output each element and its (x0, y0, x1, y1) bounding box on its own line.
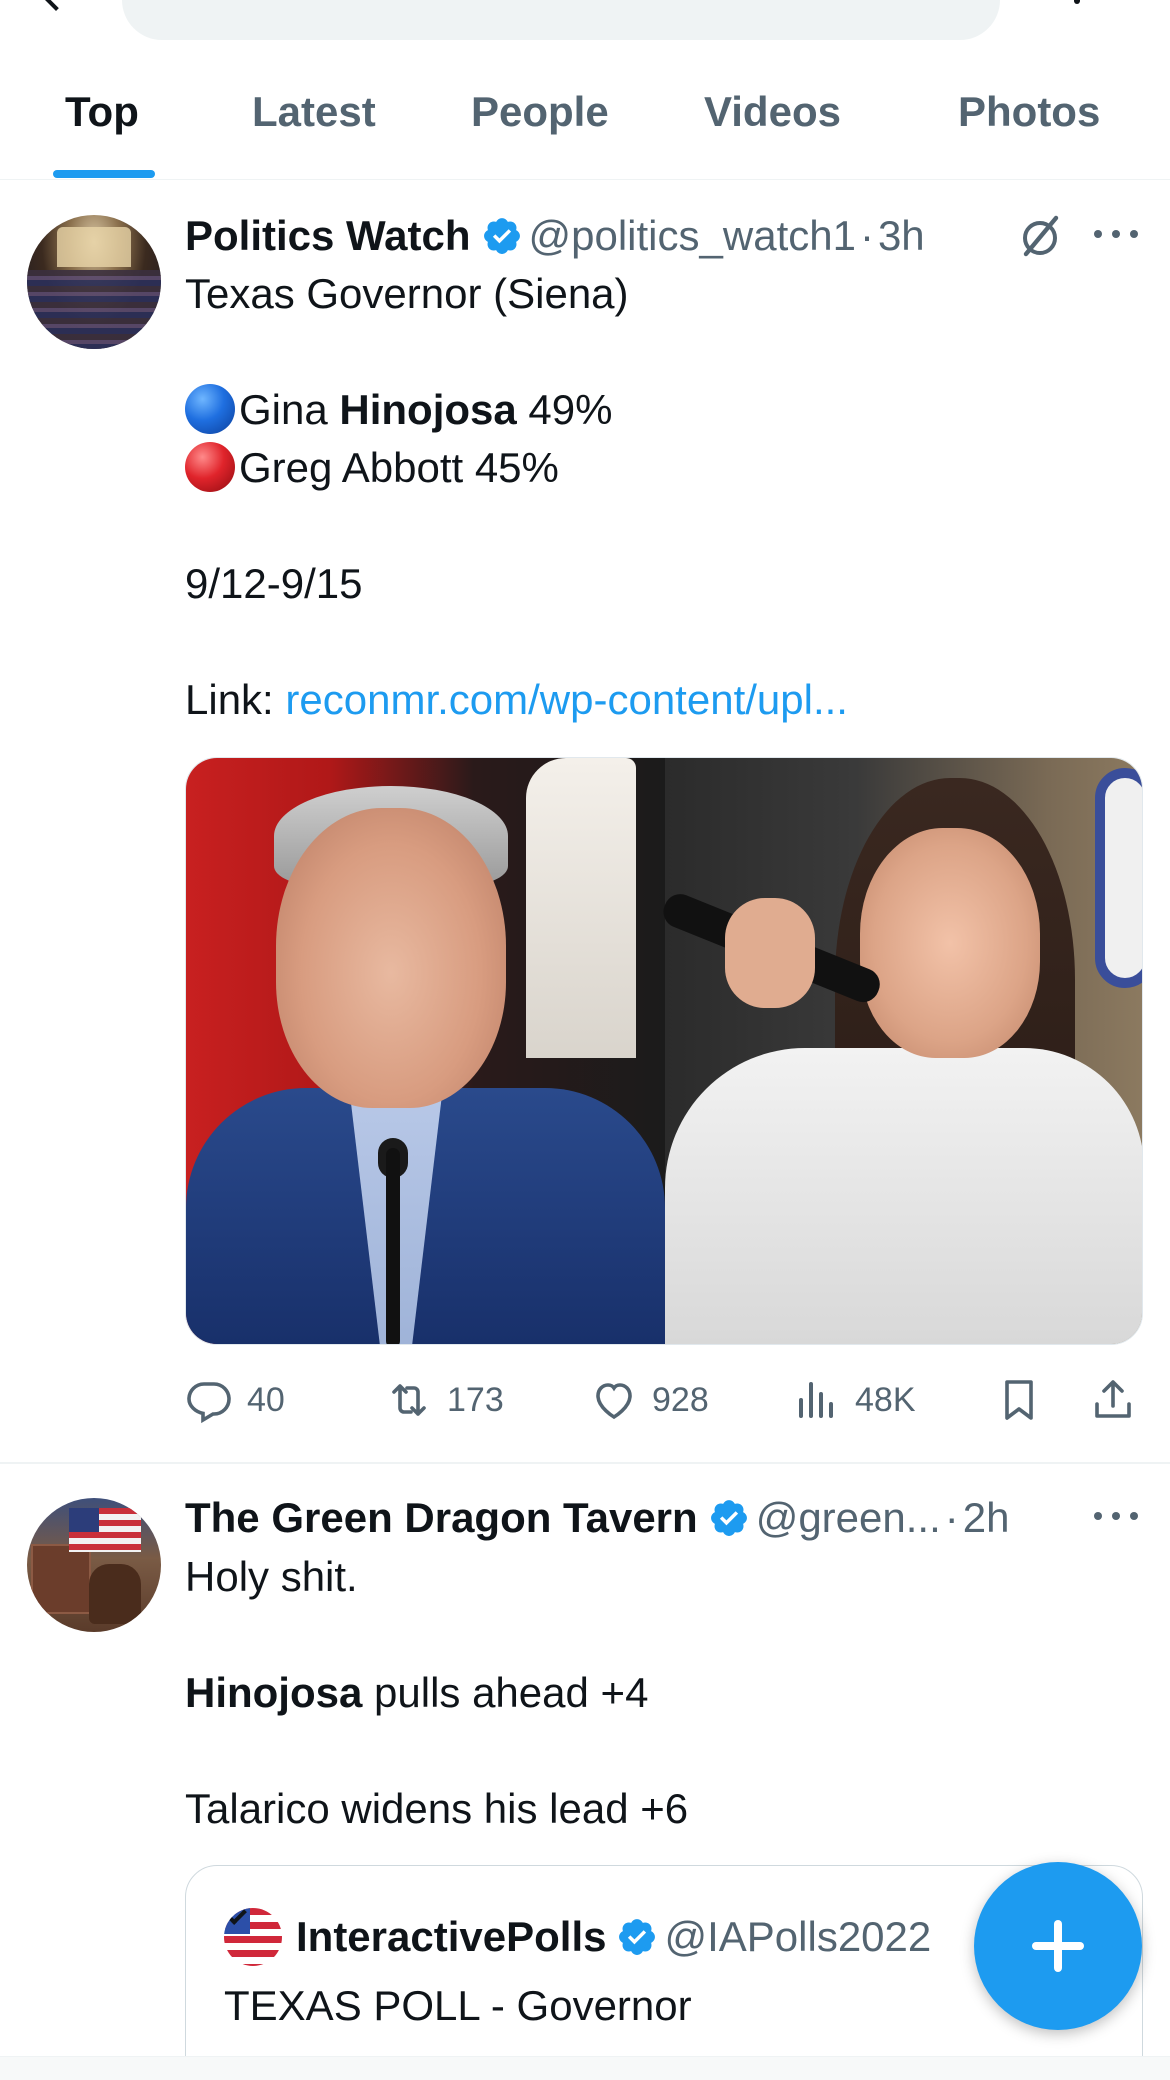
views-count: 48K (855, 1380, 916, 1419)
more-icon[interactable] (1094, 230, 1138, 242)
tweet-text-rest: pulls ahead +4 (362, 1669, 649, 1716)
search-tabs: Top Latest People Videos Photos (0, 50, 1170, 180)
tweet-text-line: Talarico widens his lead +6 (185, 1785, 689, 1832)
poll-dates: 9/12-9/15 (185, 560, 363, 607)
tweet-text-line: Texas Governor (Siena) (185, 270, 629, 317)
tweet-photo[interactable] (185, 757, 1143, 1345)
more-icon[interactable] (1074, 0, 1080, 4)
share-icon (1095, 1380, 1131, 1418)
candidate-line: Greg Abbott 45% (185, 439, 559, 497)
tab-photos[interactable]: Photos (958, 88, 1100, 136)
tweet-divider (0, 1462, 1170, 1464)
tweet-actions: 40 173 928 48K (185, 1375, 1143, 1425)
verified-badge-icon (619, 1919, 656, 1955)
repost-icon (392, 1384, 426, 1416)
author-handle[interactable]: @politics_watch1 (529, 212, 856, 260)
reply-button[interactable]: 40 (185, 1375, 285, 1425)
avatar[interactable] (224, 1908, 282, 1966)
photo-left-half (186, 758, 665, 1344)
compose-button[interactable] (974, 1862, 1142, 2030)
tab-videos[interactable]: Videos (704, 88, 841, 136)
like-icon (596, 1383, 632, 1420)
red-circle-icon (185, 442, 235, 492)
avatar[interactable] (27, 215, 161, 349)
like-button[interactable]: 928 (590, 1375, 709, 1425)
author-name[interactable]: The Green Dragon Tavern (185, 1494, 698, 1542)
verified-badge-icon (710, 1500, 747, 1536)
candidate-line: Gina Hinojosa 49% (185, 381, 612, 439)
highlighted-name[interactable]: Hinojosa (185, 1669, 362, 1716)
external-link[interactable]: reconmr.com/wp-content/upl... (285, 676, 848, 723)
tab-latest[interactable]: Latest (252, 88, 376, 136)
candidate-text: Greg Abbott 45% (239, 444, 559, 491)
bookmark-button[interactable] (995, 1375, 1057, 1425)
candidate-last-name[interactable]: Hinojosa (339, 386, 516, 433)
tweet-text-line: Hinojosa pulls ahead +4 (185, 1664, 648, 1722)
author-name[interactable]: Politics Watch (185, 212, 471, 260)
timestamp[interactable]: 2h (963, 1494, 1010, 1542)
top-bar (0, 0, 1170, 50)
avatar[interactable] (27, 1498, 161, 1632)
tweet-text-line: Holy shit. (185, 1553, 358, 1600)
repost-count: 173 (447, 1380, 504, 1419)
repost-button[interactable]: 173 (385, 1375, 504, 1425)
tab-people[interactable]: People (471, 88, 609, 136)
bottom-bar (0, 2056, 1170, 2080)
author-name[interactable]: InteractivePolls (296, 1913, 606, 1961)
candidate-percent: 49% (516, 386, 613, 433)
photo-right-half (658, 758, 1142, 1344)
candidate-first-name: Gina (239, 386, 340, 433)
share-button[interactable] (1089, 1375, 1151, 1425)
verified-badge-icon (483, 218, 520, 254)
blue-circle-icon (185, 384, 235, 434)
views-button[interactable]: 48K (793, 1375, 916, 1425)
tweet-header: Politics Watch @politics_watch1 · 3h (185, 208, 925, 264)
reply-icon (187, 1382, 231, 1424)
timestamp[interactable]: 3h (878, 212, 925, 260)
author-handle[interactable]: @IAPolls2022 (664, 1913, 931, 1961)
tab-top[interactable]: Top (65, 88, 139, 136)
bookmark-icon (1005, 1380, 1033, 1420)
grok-icon[interactable] (1016, 212, 1064, 260)
link-line: Link: reconmr.com/wp-content/upl... (185, 671, 848, 729)
active-tab-indicator (53, 170, 155, 178)
author-handle[interactable]: @green... (756, 1494, 941, 1542)
search-input[interactable] (122, 0, 1000, 40)
quoted-tweet-header: InteractivePolls @IAPolls2022 (296, 1908, 931, 1966)
quoted-tweet-text: TEXAS POLL - Governor (224, 1982, 692, 2029)
like-count: 928 (652, 1380, 709, 1419)
link-label: Link: (185, 676, 286, 723)
tweet-header: The Green Dragon Tavern @green... · 2h (185, 1490, 1009, 1546)
back-arrow-icon[interactable] (39, 0, 73, 11)
views-icon (799, 1382, 833, 1418)
reply-count: 40 (247, 1380, 285, 1419)
more-icon[interactable] (1094, 1512, 1138, 1524)
separator-dot: · (944, 1494, 959, 1541)
separator-dot: · (859, 212, 874, 259)
